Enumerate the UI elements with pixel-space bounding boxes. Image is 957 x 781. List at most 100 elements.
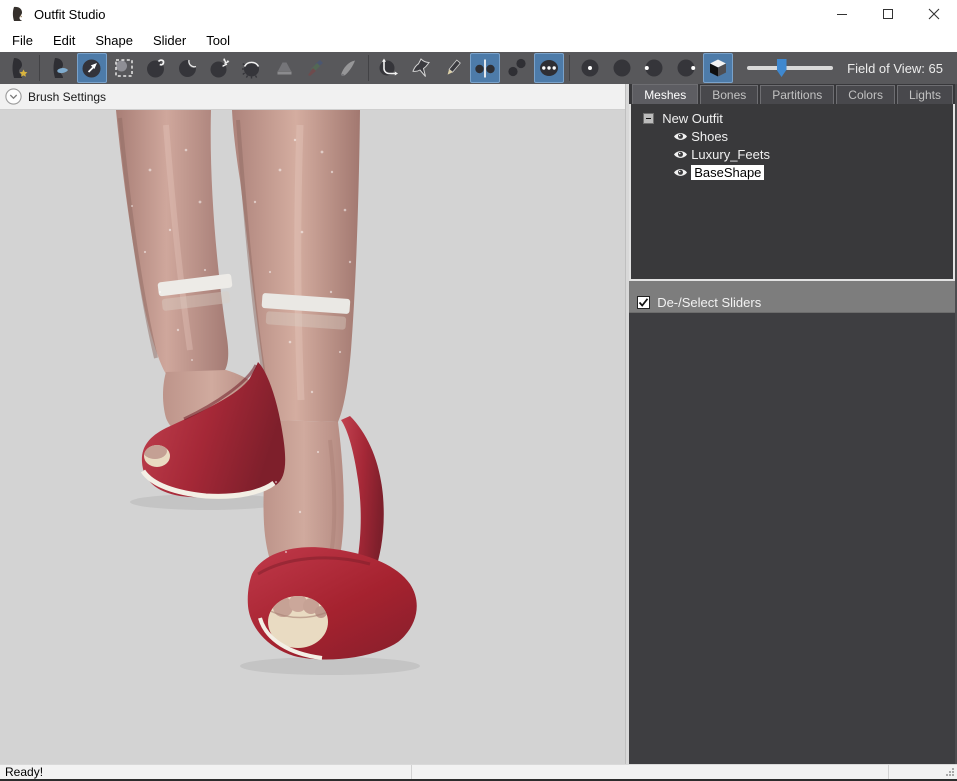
toolbar-separator — [368, 55, 369, 81]
panel-tabs: Meshes Bones Partitions Colors Lights — [629, 84, 955, 104]
view-back-button[interactable] — [607, 53, 637, 83]
fov-slider[interactable] — [747, 66, 833, 70]
status-message: Ready! — [0, 765, 412, 779]
visibility-eye-icon[interactable] — [673, 167, 688, 178]
connected-only-toggle[interactable] — [502, 53, 532, 83]
meshes-tree: New Outfit Shoes Luxury_Feets — [629, 104, 955, 281]
mask-brush-icon — [113, 57, 135, 79]
brush-collision-toggle[interactable] — [534, 53, 564, 83]
deflate-brush-button[interactable] — [173, 53, 203, 83]
outfit-studio-logo-icon — [10, 6, 26, 22]
view-left-icon — [643, 57, 665, 79]
new-project-icon — [8, 57, 30, 79]
brush-settings-bar[interactable]: Brush Settings — [0, 84, 625, 110]
view-right-icon — [675, 57, 697, 79]
inflate-brush-icon — [145, 57, 167, 79]
minimize-icon — [837, 9, 848, 20]
x-mirror-icon — [474, 57, 496, 79]
toolbar-separator — [569, 55, 570, 81]
connected-vertices-icon — [506, 57, 528, 79]
perspective-toggle[interactable] — [703, 53, 733, 83]
tree-item-luxury-feets[interactable]: Luxury_Feets — [631, 145, 953, 163]
collapse-icon[interactable] — [643, 113, 654, 124]
select-tool-icon — [81, 57, 103, 79]
alpha-brush-icon — [337, 57, 359, 79]
status-section-middle — [412, 765, 889, 779]
maximize-icon — [883, 9, 894, 20]
edit-pencil-tool-button[interactable] — [438, 53, 468, 83]
sliders-header-label: De-/Select Sliders — [657, 295, 761, 310]
new-project-button[interactable] — [4, 53, 34, 83]
smooth-brush-button[interactable] — [237, 53, 267, 83]
select-tool-button[interactable] — [77, 53, 107, 83]
tree-label: New Outfit — [662, 111, 723, 126]
deselect-sliders-checkbox[interactable] — [637, 296, 650, 309]
fov-slider-thumb[interactable] — [777, 59, 787, 77]
chevron-down-circle-icon[interactable] — [5, 88, 22, 105]
tree-label: Shoes — [691, 129, 728, 144]
menubar: File Edit Shape Slider Tool — [0, 28, 957, 52]
viewport-3d[interactable] — [0, 110, 625, 764]
tab-meshes[interactable]: Meshes — [632, 84, 698, 104]
load-project-button[interactable] — [45, 53, 75, 83]
view-left-button[interactable] — [639, 53, 669, 83]
tree-label: Luxury_Feets — [691, 147, 770, 162]
checkmark-icon — [638, 297, 649, 308]
color-brush-button[interactable] — [301, 53, 331, 83]
tree-label-selected: BaseShape — [691, 165, 764, 180]
view-right-button[interactable] — [671, 53, 701, 83]
menu-slider[interactable]: Slider — [143, 28, 196, 52]
load-project-icon — [49, 57, 71, 79]
fov-label: Field of View: 65 — [847, 61, 943, 76]
resize-grip[interactable] — [945, 767, 955, 777]
x-mirror-toggle[interactable] — [470, 53, 500, 83]
close-icon — [928, 8, 940, 20]
tab-partitions[interactable]: Partitions — [760, 85, 834, 104]
window-title: Outfit Studio — [34, 7, 106, 22]
visibility-eye-icon[interactable] — [673, 131, 688, 142]
pin-vertex-tool-button[interactable] — [406, 53, 436, 83]
smooth-brush-icon — [241, 57, 263, 79]
status-section-right — [889, 765, 957, 779]
view-front-button[interactable] — [575, 53, 605, 83]
menu-edit[interactable]: Edit — [43, 28, 85, 52]
right-panel: Meshes Bones Partitions Colors Lights Ne… — [629, 84, 957, 764]
move-brush-button[interactable] — [205, 53, 235, 83]
brush-settings-label: Brush Settings — [28, 90, 106, 104]
deflate-brush-icon — [177, 57, 199, 79]
tree-item-baseshape[interactable]: BaseShape — [631, 163, 953, 181]
flatten-brush-button[interactable] — [269, 53, 299, 83]
close-button[interactable] — [911, 0, 957, 28]
sliders-header: De-/Select Sliders — [629, 292, 955, 313]
toolbar: Field of View: 65 — [0, 52, 957, 84]
fov-control: Field of View: 65 — [747, 61, 957, 76]
tab-bones[interactable]: Bones — [700, 85, 758, 104]
menu-shape[interactable]: Shape — [85, 28, 143, 52]
sliders-list-area[interactable] — [629, 313, 955, 764]
pencil-icon — [442, 57, 464, 79]
menu-file[interactable]: File — [2, 28, 43, 52]
minimize-button[interactable] — [819, 0, 865, 28]
panel-gap — [629, 281, 955, 292]
tab-lights[interactable]: Lights — [897, 85, 953, 104]
transform-tool-icon — [378, 57, 400, 79]
pin-vertex-icon — [410, 57, 432, 79]
toolbar-separator — [39, 55, 40, 81]
mask-brush-button[interactable] — [109, 53, 139, 83]
alpha-brush-button[interactable] — [333, 53, 363, 83]
flatten-brush-icon — [273, 57, 295, 79]
maximize-button[interactable] — [865, 0, 911, 28]
view-back-icon — [611, 57, 633, 79]
inflate-brush-button[interactable] — [141, 53, 171, 83]
move-brush-icon — [209, 57, 231, 79]
viewport-3d-scene — [0, 110, 625, 764]
color-brush-icon — [305, 57, 327, 79]
transform-tool-button[interactable] — [374, 53, 404, 83]
tree-item-new-outfit[interactable]: New Outfit — [631, 109, 953, 127]
brush-collision-icon — [538, 57, 560, 79]
tree-item-shoes[interactable]: Shoes — [631, 127, 953, 145]
visibility-eye-icon[interactable] — [673, 149, 688, 160]
outfit-studio-window: Outfit Studio File Edit Shape Slider Too… — [0, 0, 957, 781]
menu-tool[interactable]: Tool — [196, 28, 240, 52]
tab-colors[interactable]: Colors — [836, 85, 895, 104]
